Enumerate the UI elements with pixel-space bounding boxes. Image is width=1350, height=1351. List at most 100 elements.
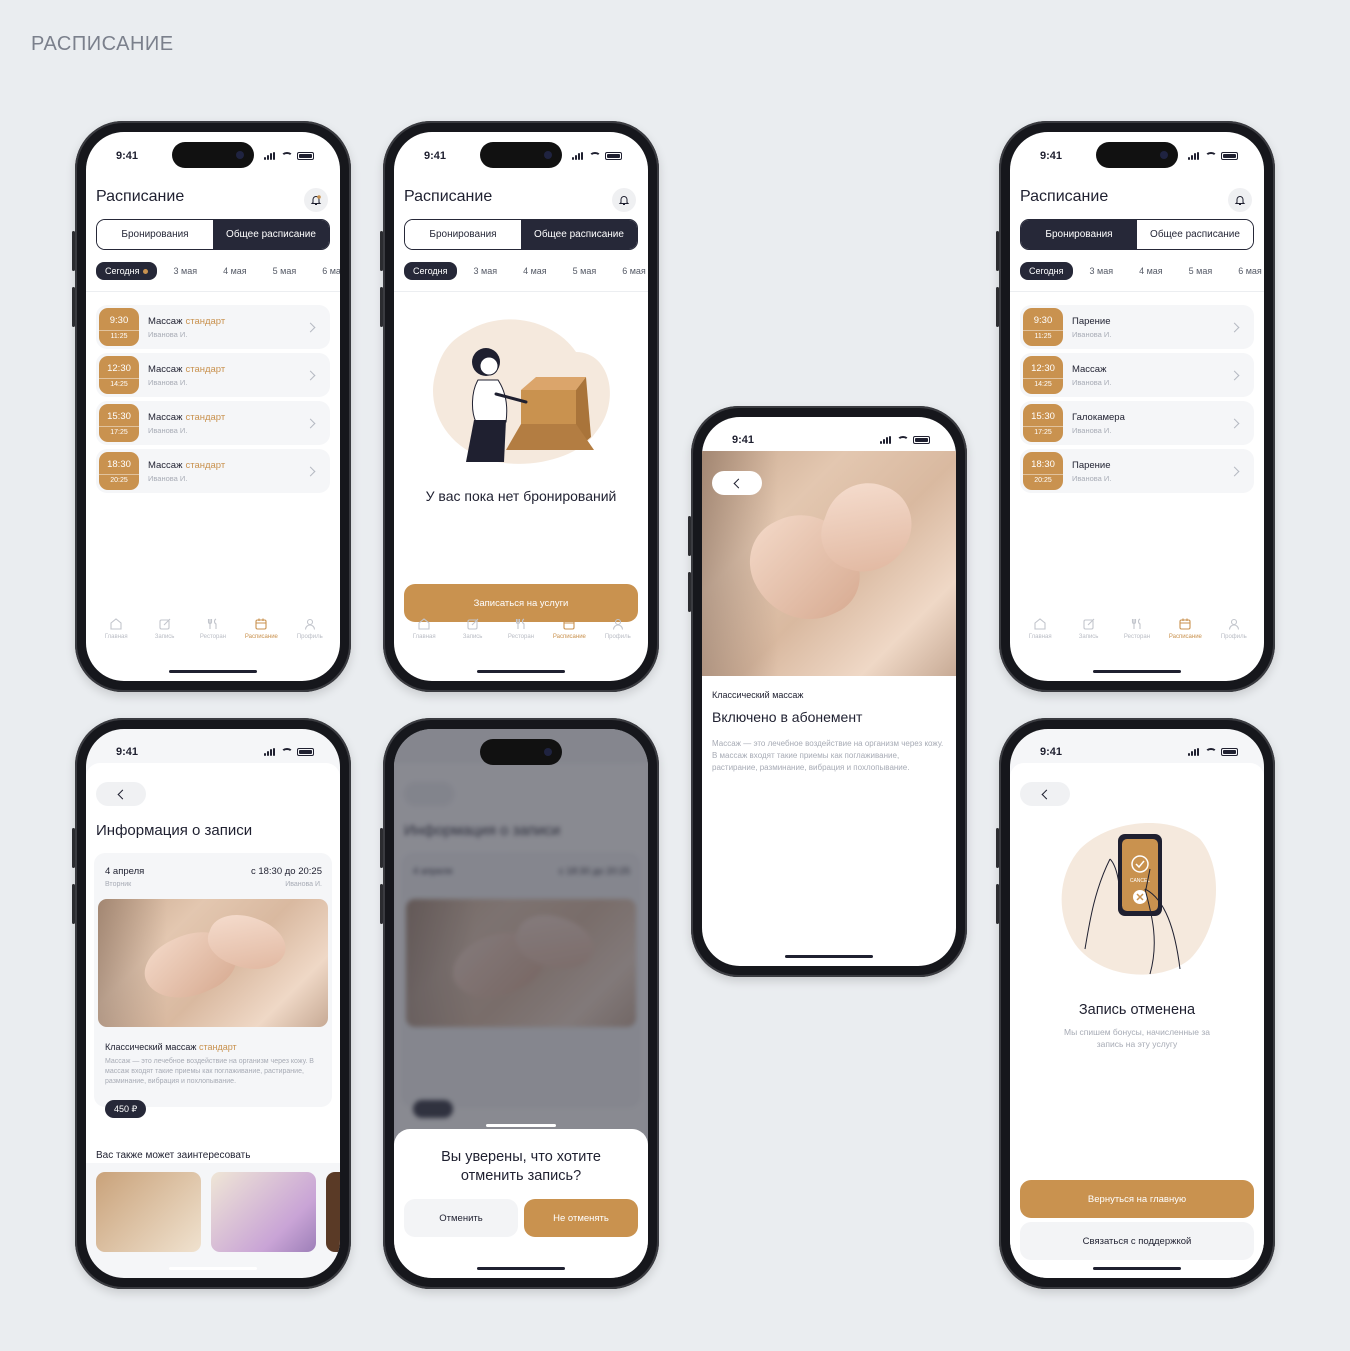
date-chip[interactable]: 3 мая [1081,262,1123,280]
confirm-keep-button[interactable]: Не отменять [524,1199,638,1237]
booking-item[interactable]: 12:30 14:25 Массаж стандарт Иванова И. [96,353,330,397]
booking-item[interactable]: 15:30 17:25 Массаж стандарт Иванова И. [96,401,330,445]
status-time: 9:41 [1040,746,1063,758]
dynamic-island [480,739,562,765]
notification-bell-icon[interactable] [304,188,328,212]
segment-bookings[interactable]: Бронирования [405,220,521,249]
chevron-right-icon [305,322,316,332]
tab-home[interactable]: Главная [400,617,448,657]
app-title: Расписание [404,188,493,205]
edit-icon [467,618,478,630]
back-button[interactable] [712,471,762,495]
service-category: Классический массаж [712,690,804,700]
info-time: с 18:30 до 20:25 [250,866,322,877]
tab-schedule[interactable]: Расписание [237,617,285,657]
info-weekday: Вторник [105,881,132,888]
date-chip-today[interactable]: Сегодня [404,262,457,280]
contact-support-button[interactable]: Связаться с поддержкой [1020,1222,1254,1260]
booking-item[interactable]: 18:30 20:25 Массаж стандарт Иванова И. [96,449,330,493]
home-indicator [169,670,257,673]
status-time: 9:41 [1040,150,1063,162]
info-date: 4 апреля [105,866,145,877]
divider [1010,291,1264,292]
booking-item[interactable]: 15:30 17:25 Галокамера Иванова И. [1020,401,1254,445]
tab-booking[interactable]: Запись [449,617,497,657]
date-chip-today[interactable]: Сегодня [1020,262,1073,280]
time-badge: 12:30 14:25 [99,356,139,394]
wifi-icon [1205,151,1217,161]
tab-restaurant[interactable]: Ресторан [189,617,237,657]
battery-icon [297,748,314,756]
chevron-right-icon [1229,418,1240,428]
signal-icon [1188,748,1201,756]
tab-restaurant[interactable]: Ресторан [1113,617,1161,657]
service-included: Включено в абонемент [712,709,863,725]
chevron-right-icon [1229,370,1240,380]
recommendation-card[interactable] [96,1172,201,1252]
booking-item[interactable]: 18:30 20:25 Парение Иванова И. [1020,449,1254,493]
status-time: 9:41 [116,150,139,162]
user-icon [1228,618,1239,630]
home-indicator [477,670,565,673]
tab-home[interactable]: Главная [1016,617,1064,657]
back-to-home-button[interactable]: Вернуться на главную [1020,1180,1254,1218]
date-chip[interactable]: 6 мая [1229,262,1264,280]
app-title: Расписание [1020,188,1109,205]
status-time: 9:41 [116,746,139,758]
booking-item[interactable]: 9:30 11:25 Массаж стандарт Иванова И. [96,305,330,349]
date-chip[interactable]: 4 мая [514,262,556,280]
date-chip-today[interactable]: Сегодня [96,262,157,280]
back-button[interactable] [1020,782,1070,806]
booking-item[interactable]: 12:30 14:25 Массаж Иванова И. [1020,353,1254,397]
tab-bar: Главная Запись Ресторан Расписание Профи… [1010,617,1264,657]
tab-booking[interactable]: Запись [141,617,189,657]
tab-schedule[interactable]: Расписание [1161,617,1209,657]
signal-icon [264,748,277,756]
tab-home[interactable]: Главная [92,617,140,657]
booking-item[interactable]: 9:30 11:25 Парение Иванова И. [1020,305,1254,349]
date-chip[interactable]: 4 мая [1130,262,1172,280]
notification-bell-icon[interactable] [1228,188,1252,212]
back-button[interactable] [96,782,146,806]
date-chip[interactable]: 3 мая [165,262,207,280]
tab-profile[interactable]: Профиль [286,617,334,657]
tab-restaurant[interactable]: Ресторан [497,617,545,657]
segment-bookings[interactable]: Бронирования [1021,220,1137,249]
notification-bell-icon[interactable] [612,188,636,212]
sheet-handle[interactable] [486,1124,556,1127]
fork-knife-icon [1131,618,1141,629]
time-badge: 18:30 20:25 [99,452,139,490]
chevron-right-icon [305,418,316,428]
tab-profile[interactable]: Профиль [594,617,642,657]
segmented-control: Бронирования Общее расписание [96,219,330,250]
page-heading: РАСПИСАНИЕ [31,33,174,55]
battery-icon [1221,152,1238,160]
date-chip[interactable]: 4 мая [214,262,256,280]
battery-icon [605,152,622,160]
confirm-question: Вы уверены, что хотите отменить запись? [441,1149,601,1184]
tab-profile[interactable]: Профиль [1210,617,1258,657]
home-icon [418,618,430,630]
date-chip[interactable]: 6 мая [313,262,340,280]
user-icon [612,618,623,630]
tab-schedule[interactable]: Расписание [545,617,593,657]
phone-cancel-confirm: Информация о записи 4 апреля с 18:30 до … [380,718,659,1289]
date-chips: Сегодня 3 мая 4 мая 5 мая 6 мая [1020,262,1264,280]
recommendation-card[interactable] [326,1172,340,1252]
date-chip[interactable]: 3 мая [465,262,507,280]
date-chip[interactable]: 5 мая [1180,262,1222,280]
tab-booking[interactable]: Запись [1065,617,1113,657]
battery-icon [913,436,930,444]
confirm-cancel-button[interactable]: Отменить [404,1199,518,1237]
date-chip[interactable]: 5 мая [564,262,606,280]
tab-bar: Главная Запись Ресторан Расписание Профи… [394,617,648,657]
segment-general[interactable]: Общее расписание [213,220,329,249]
recommendation-card[interactable] [211,1172,316,1252]
segment-general[interactable]: Общее расписание [1137,220,1253,249]
date-chip[interactable]: 5 мая [264,262,306,280]
segment-bookings[interactable]: Бронирования [97,220,213,249]
date-chip[interactable]: 6 мая [613,262,648,280]
segment-general[interactable]: Общее расписание [521,220,637,249]
also-interesting: Вас также может заинтересовать [96,1150,251,1161]
edit-icon [1083,618,1094,630]
